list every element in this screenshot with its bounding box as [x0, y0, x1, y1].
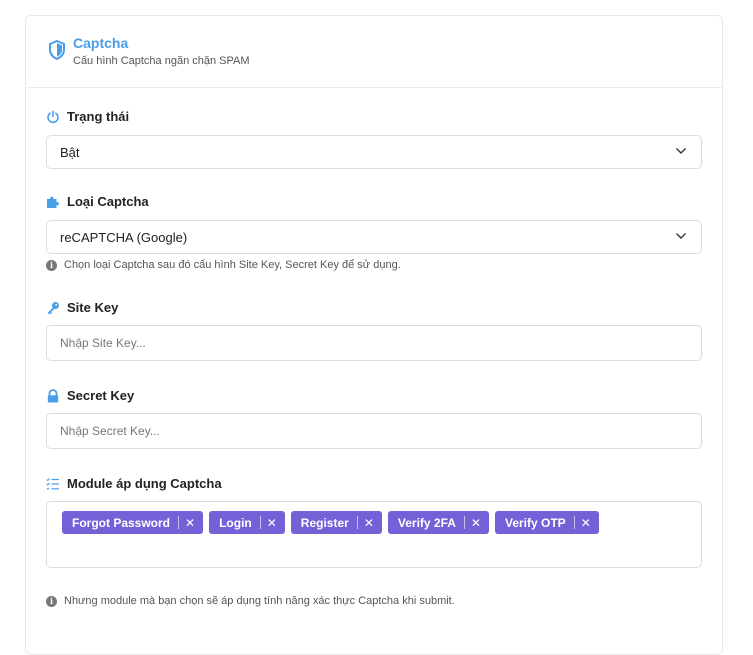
status-select-value: Bật — [60, 145, 80, 160]
module-tag-label: Verify 2FA — [397, 515, 456, 530]
status-select[interactable]: Bật — [46, 135, 702, 169]
tag-divider — [356, 516, 358, 529]
site-key-input[interactable] — [47, 326, 701, 360]
site-key-field[interactable] — [46, 325, 702, 361]
tag-divider — [573, 516, 575, 529]
lock-icon — [46, 388, 60, 403]
power-icon — [46, 109, 60, 124]
module-tag: Login ✕ — [209, 511, 285, 534]
site-key-label: Site Key — [46, 300, 118, 315]
key-icon — [46, 301, 60, 315]
status-label: Trạng thái — [46, 109, 129, 124]
captcha-type-select-value: reCAPTCHA (Google) — [60, 230, 188, 245]
puzzle-icon — [46, 195, 60, 209]
remove-tag-icon[interactable]: ✕ — [581, 517, 591, 529]
modules-help: i Nhưng module mà bạn chọn sẽ áp dụng tí… — [46, 595, 455, 607]
captcha-type-help-text: Chọn loại Captcha sau đó cấu hình Site K… — [64, 259, 401, 271]
list-check-icon — [46, 477, 60, 491]
chevron-down-icon — [676, 148, 686, 154]
shield-icon — [49, 40, 65, 60]
module-tag: Verify 2FA ✕ — [387, 511, 489, 534]
module-tag-label: Verify OTP — [504, 515, 566, 530]
card-subtitle: Cấu hình Captcha ngăn chặn SPAM — [73, 55, 250, 67]
modules-help-text: Nhưng module mà bạn chọn sẽ áp dụng tính… — [64, 595, 455, 607]
module-tag: Forgot Password ✕ — [62, 511, 204, 534]
module-tag-label: Forgot Password — [72, 515, 171, 530]
info-icon: i — [46, 595, 57, 607]
tag-divider — [259, 516, 261, 529]
tag-divider — [178, 516, 180, 529]
module-tag: Register ✕ — [290, 511, 382, 534]
remove-tag-icon[interactable]: ✕ — [185, 517, 195, 529]
secret-key-label: Secret Key — [46, 388, 134, 403]
secret-key-field[interactable] — [46, 413, 702, 449]
secret-key-label-text: Secret Key — [67, 388, 135, 403]
secret-key-input[interactable] — [47, 414, 701, 448]
chevron-down-icon — [676, 233, 686, 239]
modules-label-text: Module áp dụng Captcha — [67, 476, 222, 491]
module-tags: Forgot Password ✕ Login ✕ Register ✕ Ver… — [62, 511, 599, 534]
site-key-label-text: Site Key — [67, 300, 119, 315]
modules-label: Module áp dụng Captcha — [46, 476, 222, 491]
card-header: Captcha Cấu hình Captcha ngăn chặn SPAM — [26, 16, 722, 88]
captcha-type-select[interactable]: reCAPTCHA (Google) — [46, 220, 702, 254]
card-title: Captcha — [73, 35, 129, 51]
remove-tag-icon[interactable]: ✕ — [267, 517, 277, 529]
info-icon: i — [46, 259, 57, 271]
captcha-type-label-text: Loại Captcha — [67, 194, 149, 209]
tag-divider — [463, 516, 465, 529]
module-tag-label: Register — [300, 515, 349, 530]
captcha-type-help: i Chọn loại Captcha sau đó cấu hình Site… — [46, 259, 401, 271]
captcha-settings-card: Captcha Cấu hình Captcha ngăn chặn SPAM … — [25, 15, 723, 655]
module-tag: Verify OTP ✕ — [494, 511, 599, 534]
modules-multiselect[interactable]: Forgot Password ✕ Login ✕ Register ✕ Ver… — [46, 501, 702, 568]
status-label-text: Trạng thái — [67, 109, 130, 124]
captcha-type-label: Loại Captcha — [46, 194, 149, 209]
module-tag-label: Login — [219, 515, 252, 530]
remove-tag-icon[interactable]: ✕ — [471, 517, 481, 529]
remove-tag-icon[interactable]: ✕ — [364, 517, 374, 529]
